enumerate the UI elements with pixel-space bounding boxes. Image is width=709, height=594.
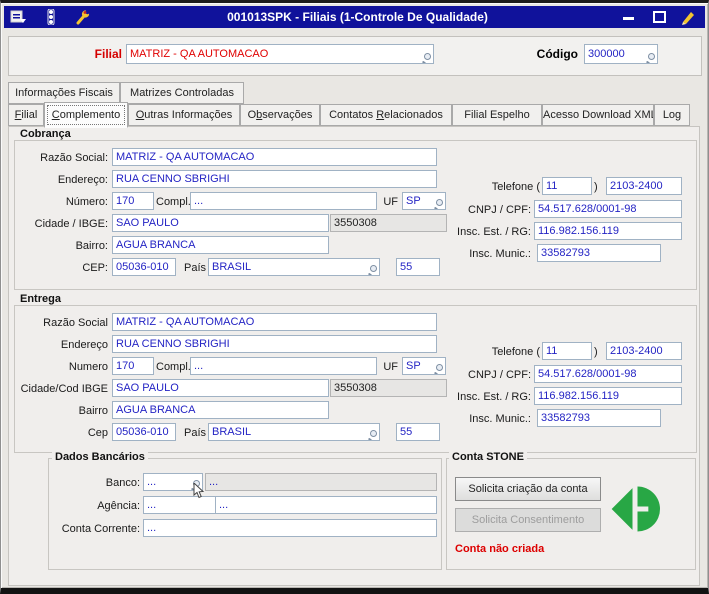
conta-corrente-input[interactable]: ...: [143, 519, 437, 537]
banco-desc-field: ...: [205, 473, 437, 491]
uf-label: UF: [383, 196, 398, 208]
numero-label: Número:: [65, 196, 108, 208]
numero-input[interactable]: 170: [112, 192, 154, 210]
tab-matrizes-controladas[interactable]: Matrizes Controladas: [120, 82, 244, 104]
cep-label: CEP:: [82, 262, 108, 274]
lookup-icon[interactable]: [645, 52, 657, 63]
endereco-input[interactable]: RUA CENNO SBRIGHI: [112, 170, 437, 188]
cnpj-label: CNPJ / CPF:: [468, 204, 531, 216]
tab-outras-informacoes[interactable]: Outras Informações: [128, 104, 240, 126]
cep-input[interactable]: 05036-010: [112, 423, 176, 441]
tab-log[interactable]: Log: [654, 104, 690, 126]
endereco-label: Endereço:: [57, 174, 108, 186]
pais-label: País: [183, 427, 206, 439]
cobranca-title: Cobrança: [17, 128, 74, 140]
filial-input[interactable]: MATRIZ - QA AUTOMACAO: [126, 44, 434, 64]
app-window: 001013SPK - Filiais (1-Controle De Quali…: [0, 0, 709, 594]
insc-est-label: Insc. Est. / RG:: [457, 226, 531, 238]
bairro-label: Bairro:: [75, 240, 108, 252]
ddd-input[interactable]: 11: [542, 342, 592, 360]
lookup-icon[interactable]: [421, 52, 433, 63]
razao-social-input[interactable]: MATRIZ - QA AUTOMACAO: [112, 148, 437, 166]
pais-label: País: [183, 262, 206, 274]
tab-filial[interactable]: Filial: [8, 104, 44, 126]
lookup-icon[interactable]: [367, 429, 379, 440]
bairro-input[interactable]: AGUA BRANCA: [112, 236, 329, 254]
cep-input[interactable]: 05036-010: [112, 258, 176, 276]
cnpj-input[interactable]: 54.517.628/0001-98: [534, 365, 682, 383]
dados-bancarios-title: Dados Bancários: [52, 451, 148, 463]
insc-est-input[interactable]: 116.982.156.119: [534, 222, 682, 240]
minimize-icon[interactable]: [619, 9, 639, 25]
telefone-paren: ): [594, 346, 598, 358]
compl-label: Compl.: [156, 196, 191, 208]
cidade-input[interactable]: SAO PAULO: [112, 214, 329, 232]
titlebar: 001013SPK - Filiais (1-Controle De Quali…: [4, 6, 705, 28]
telefone-paren: ): [594, 181, 598, 193]
endereco-input[interactable]: RUA CENNO SBRIGHI: [112, 335, 437, 353]
tab-complemento[interactable]: Complemento: [44, 102, 128, 128]
stone-logo-icon: [611, 486, 660, 532]
compl-input[interactable]: ...: [190, 357, 377, 375]
insc-est-input[interactable]: 116.982.156.119: [534, 387, 682, 405]
bairro-input[interactable]: AGUA BRANCA: [112, 401, 329, 419]
ddd-input[interactable]: 11: [542, 177, 592, 195]
maximize-icon[interactable]: [649, 9, 669, 25]
filial-label: Filial: [94, 47, 122, 61]
entrega-title: Entrega: [17, 293, 64, 305]
compl-label: Compl.: [156, 361, 191, 373]
pais-input[interactable]: BRASIL: [208, 423, 380, 441]
insc-mun-label: Insc. Munic.:: [469, 413, 531, 425]
numero-label: Numero: [68, 361, 108, 373]
agencia-input[interactable]: ...: [143, 496, 216, 514]
tab-informacoes-fiscais[interactable]: Informações Fiscais: [8, 82, 120, 104]
notes-icon[interactable]: [10, 9, 28, 25]
lookup-icon[interactable]: [367, 264, 379, 275]
cidade-label: Cidade / IBGE:: [34, 218, 108, 230]
window-title: 001013SPK - Filiais (1-Controle De Quali…: [227, 10, 488, 24]
tab-observacoes[interactable]: Observações: [240, 104, 320, 126]
traffic-light-icon[interactable]: [42, 8, 60, 26]
cidade-label: Cidade/Cod IBGE: [20, 383, 108, 395]
mouse-cursor: [193, 483, 205, 499]
telefone-label: Telefone (: [491, 346, 540, 358]
cep-label: Cep: [87, 427, 108, 439]
bairro-label: Bairro: [78, 405, 108, 417]
razao-social-label: Razão Social:: [40, 152, 108, 164]
telefone-input[interactable]: 2103-2400: [606, 177, 682, 195]
cidade-input[interactable]: SAO PAULO: [112, 379, 329, 397]
codigo-label: Código: [536, 47, 578, 61]
conta-status-text: Conta não criada: [455, 543, 545, 555]
codigo-input[interactable]: 300000: [584, 44, 658, 64]
banco-label: Banco:: [105, 477, 140, 489]
tab-contatos-relacionados[interactable]: Contatos Relacionados: [320, 104, 452, 126]
agencia-dv-input[interactable]: ...: [215, 496, 437, 514]
solicita-consentimento-button[interactable]: Solicita Consentimento: [455, 508, 601, 532]
conta-corrente-label: Conta Corrente:: [61, 523, 140, 535]
insc-mun-input[interactable]: 33582793: [537, 244, 661, 262]
uf-label: UF: [383, 361, 398, 373]
agencia-label: Agência:: [97, 500, 140, 512]
edit-pencil-icon[interactable]: [679, 9, 699, 25]
cnpj-label: CNPJ / CPF:: [468, 369, 531, 381]
cnpj-input[interactable]: 54.517.628/0001-98: [534, 200, 682, 218]
razao-social-label: Razão Social: [43, 317, 108, 329]
insc-est-label: Insc. Est. / RG:: [457, 391, 531, 403]
wrench-icon[interactable]: [74, 9, 92, 25]
pais-input[interactable]: BRASIL: [208, 258, 380, 276]
razao-social-input[interactable]: MATRIZ - QA AUTOMACAO: [112, 313, 437, 331]
insc-mun-label: Insc. Munic.:: [469, 248, 531, 260]
telefone-label: Telefone (: [491, 181, 540, 193]
compl-input[interactable]: ...: [190, 192, 377, 210]
numero-input[interactable]: 170: [112, 357, 154, 375]
telefone-input[interactable]: 2103-2400: [606, 342, 682, 360]
insc-mun-input[interactable]: 33582793: [537, 409, 661, 427]
endereco-label: Endereço: [60, 339, 108, 351]
tab-acesso-download-xml[interactable]: Acesso Download XML: [542, 104, 654, 126]
solicita-criacao-conta-button[interactable]: Solicita criação da conta: [455, 477, 601, 501]
tab-filial-espelho[interactable]: Filial Espelho: [452, 104, 542, 126]
conta-stone-title: Conta STONE: [449, 451, 527, 463]
